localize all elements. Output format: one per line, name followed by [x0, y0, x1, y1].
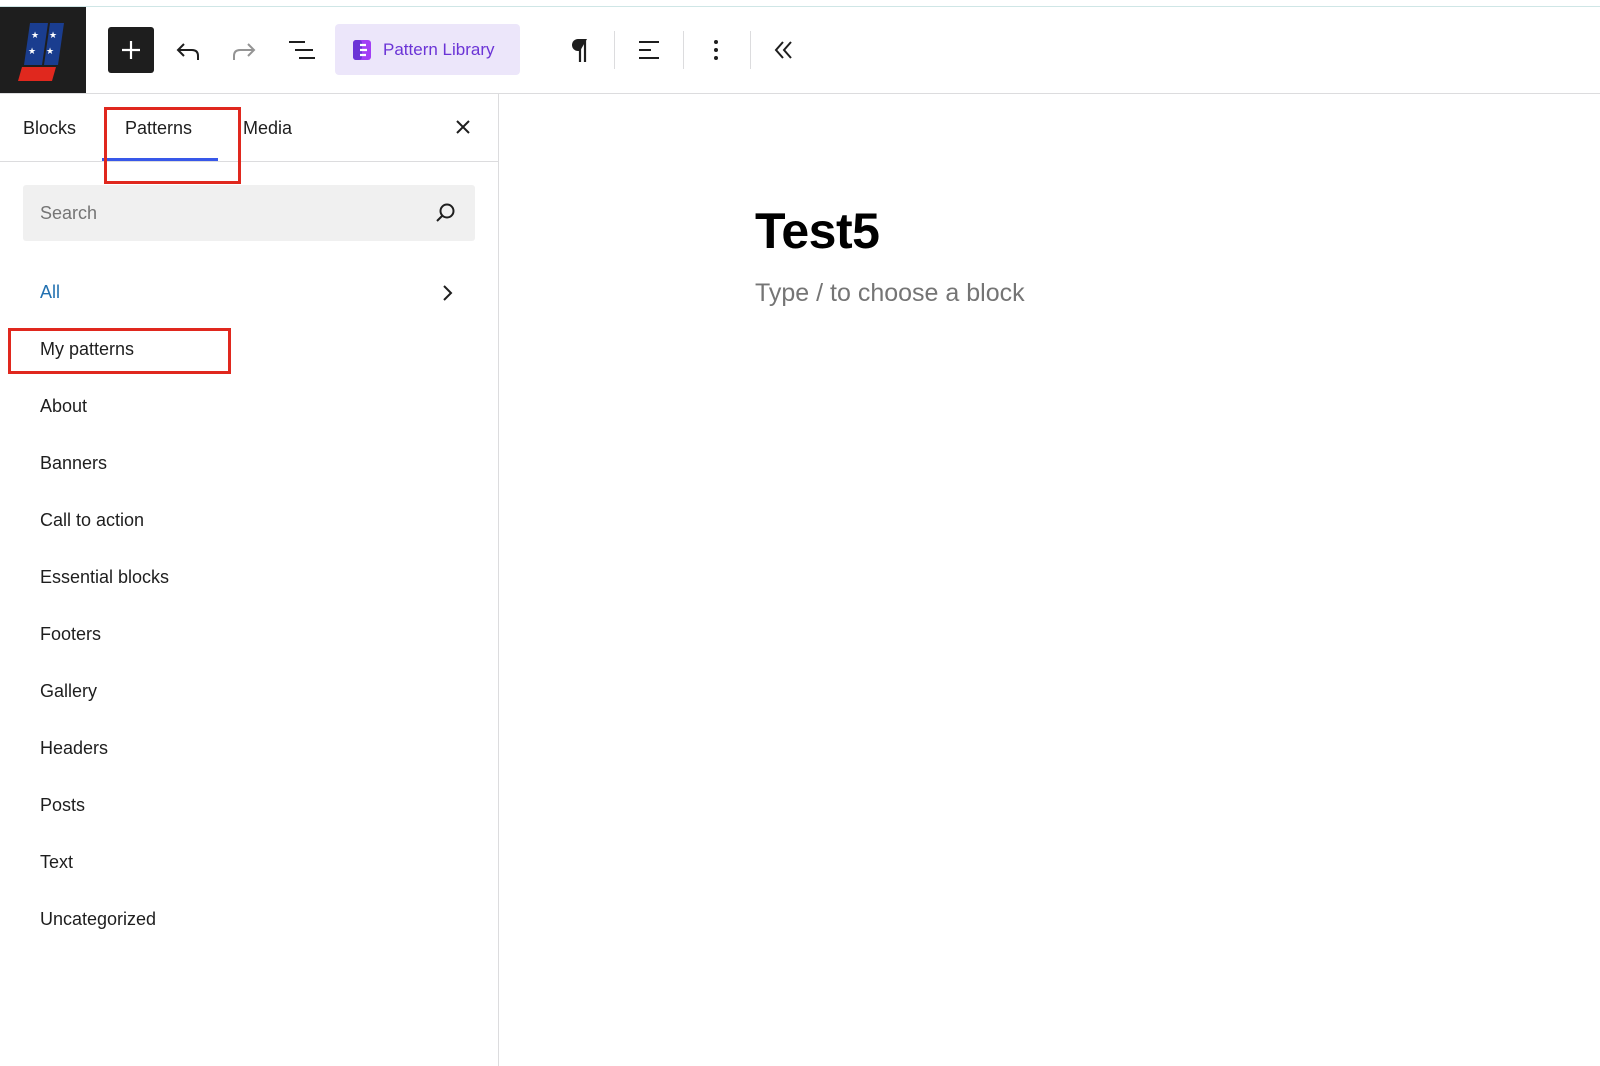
inserter-tabs: Blocks Patterns Media — [0, 94, 498, 162]
paragraph-icon — [572, 39, 587, 62]
site-logo[interactable]: ★ ★ ★ ★ — [0, 7, 86, 93]
category-about[interactable]: About — [40, 396, 87, 417]
paragraph-block-button[interactable] — [564, 33, 596, 67]
tab-media[interactable]: Media — [243, 118, 292, 139]
category-posts[interactable]: Posts — [40, 795, 85, 816]
category-banners[interactable]: Banners — [40, 453, 107, 474]
toolbar-separator — [683, 31, 684, 69]
inserter-sidebar: Blocks Patterns Media All My patterns Ab… — [0, 94, 499, 1066]
plus-icon — [122, 41, 140, 59]
search-input[interactable] — [23, 185, 423, 241]
chevron-double-left-icon — [774, 41, 792, 59]
block-placeholder[interactable]: Type / to choose a block — [755, 279, 1025, 308]
category-text[interactable]: Text — [40, 852, 73, 873]
toolbar-separator — [614, 31, 615, 69]
undo-icon — [176, 43, 199, 60]
redo-icon — [233, 43, 256, 60]
svg-text:★: ★ — [49, 31, 57, 41]
undo-button[interactable] — [172, 33, 204, 67]
category-all[interactable]: All — [40, 282, 60, 303]
category-headers[interactable]: Headers — [40, 738, 108, 759]
add-block-button[interactable] — [108, 27, 154, 73]
more-vertical-icon — [714, 40, 718, 60]
category-essential-blocks[interactable]: Essential blocks — [40, 567, 169, 588]
category-my-patterns[interactable]: My patterns — [40, 339, 134, 360]
svg-text:★: ★ — [28, 47, 36, 57]
category-uncategorized[interactable]: Uncategorized — [40, 909, 156, 930]
collapse-toolbar-button[interactable] — [768, 33, 800, 67]
chevron-right-icon[interactable] — [436, 282, 458, 304]
pattern-library-label: Pattern Library — [383, 39, 495, 59]
top-border — [0, 0, 1600, 7]
editor-toolbar: ★ ★ ★ ★ Pattern Library — [0, 7, 1600, 94]
document-overview-button[interactable] — [284, 33, 318, 67]
search-icon[interactable] — [433, 201, 457, 225]
tab-blocks[interactable]: Blocks — [23, 118, 76, 139]
redo-button[interactable] — [228, 33, 260, 67]
category-footers[interactable]: Footers — [40, 624, 101, 645]
pattern-library-button[interactable]: Pattern Library — [335, 24, 520, 75]
post-title[interactable]: Test5 — [755, 202, 880, 260]
svg-text:★: ★ — [31, 31, 39, 41]
toolbar-separator — [750, 31, 751, 69]
category-call-to-action[interactable]: Call to action — [40, 510, 144, 531]
svg-text:★: ★ — [46, 47, 54, 57]
options-button[interactable] — [700, 33, 732, 67]
category-gallery[interactable]: Gallery — [40, 681, 97, 702]
tab-active-indicator — [102, 158, 218, 161]
editor-canvas: Test5 Type / to choose a block — [499, 94, 1600, 1066]
align-left-icon — [639, 41, 659, 59]
site-logo-icon: ★ ★ ★ ★ — [18, 23, 64, 81]
close-icon — [456, 120, 470, 134]
close-inserter-button[interactable] — [452, 116, 474, 138]
align-button[interactable] — [632, 33, 666, 67]
pattern-library-logo-icon — [353, 39, 371, 60]
list-view-icon — [289, 41, 315, 59]
pattern-search — [23, 185, 475, 241]
tab-patterns[interactable]: Patterns — [125, 118, 192, 139]
